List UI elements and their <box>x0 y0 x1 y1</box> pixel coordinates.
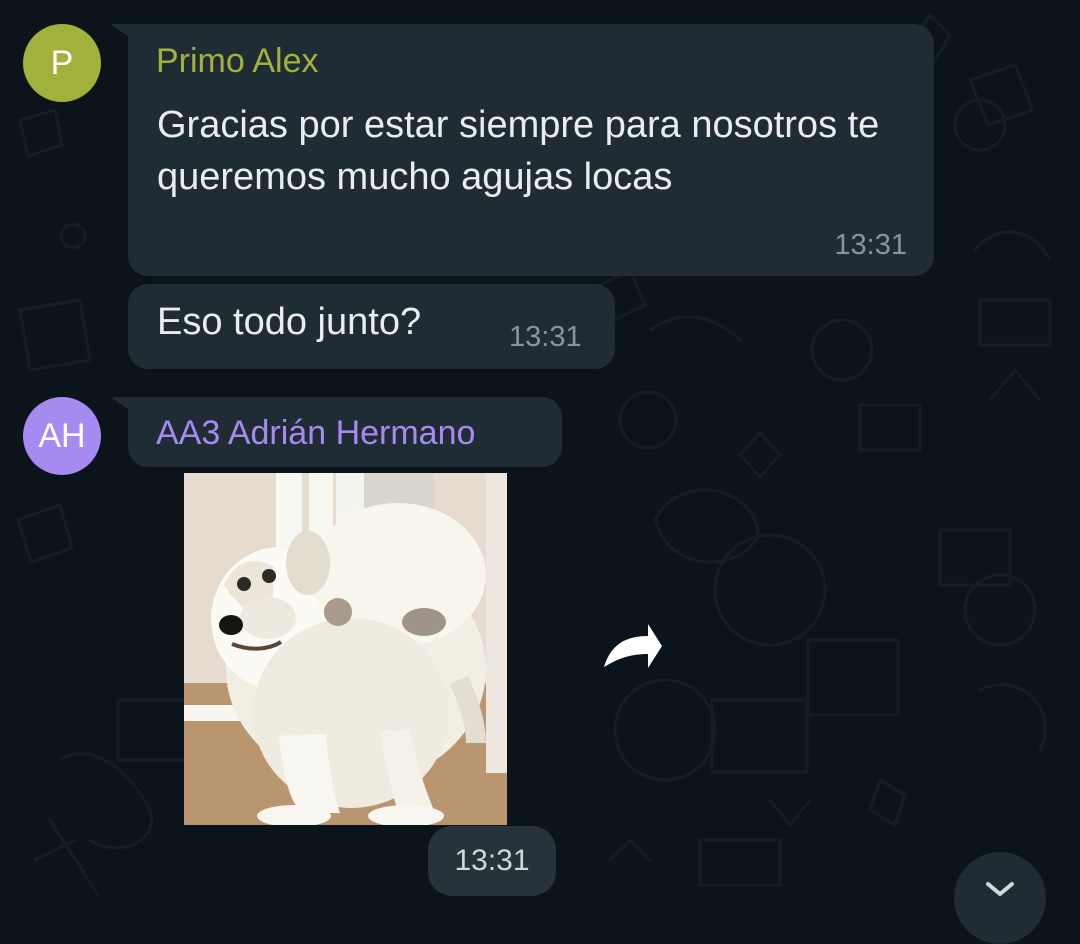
message-time: 13:31 <box>509 321 582 353</box>
message-sender[interactable]: AA3 Adrián Hermano <box>156 414 475 453</box>
chevron-down-icon <box>986 882 1014 896</box>
forward-icon <box>604 624 662 668</box>
photo-message[interactable] <box>184 473 507 825</box>
avatar-initials: AH <box>38 417 86 455</box>
message-bubble[interactable]: Eso todo junto? 13:31 <box>128 284 615 369</box>
forward-button[interactable] <box>596 622 666 682</box>
avatar-initials: P <box>50 44 74 82</box>
message-sender[interactable]: Primo Alex <box>156 42 319 81</box>
message-time: 13:31 <box>834 229 907 261</box>
message-text: Eso todo junto? <box>157 301 422 343</box>
avatar[interactable]: AH <box>23 397 101 475</box>
avatar[interactable]: P <box>23 24 101 102</box>
message-time: 13:31 <box>428 826 556 896</box>
message-text: Gracias por estar siempre para nosotros … <box>157 104 880 198</box>
scroll-down-button[interactable] <box>954 852 1046 944</box>
message-bubble[interactable]: Primo Alex Gracias por estar siempre par… <box>110 24 934 276</box>
message-bubble[interactable]: AA3 Adrián Hermano <box>110 397 562 467</box>
